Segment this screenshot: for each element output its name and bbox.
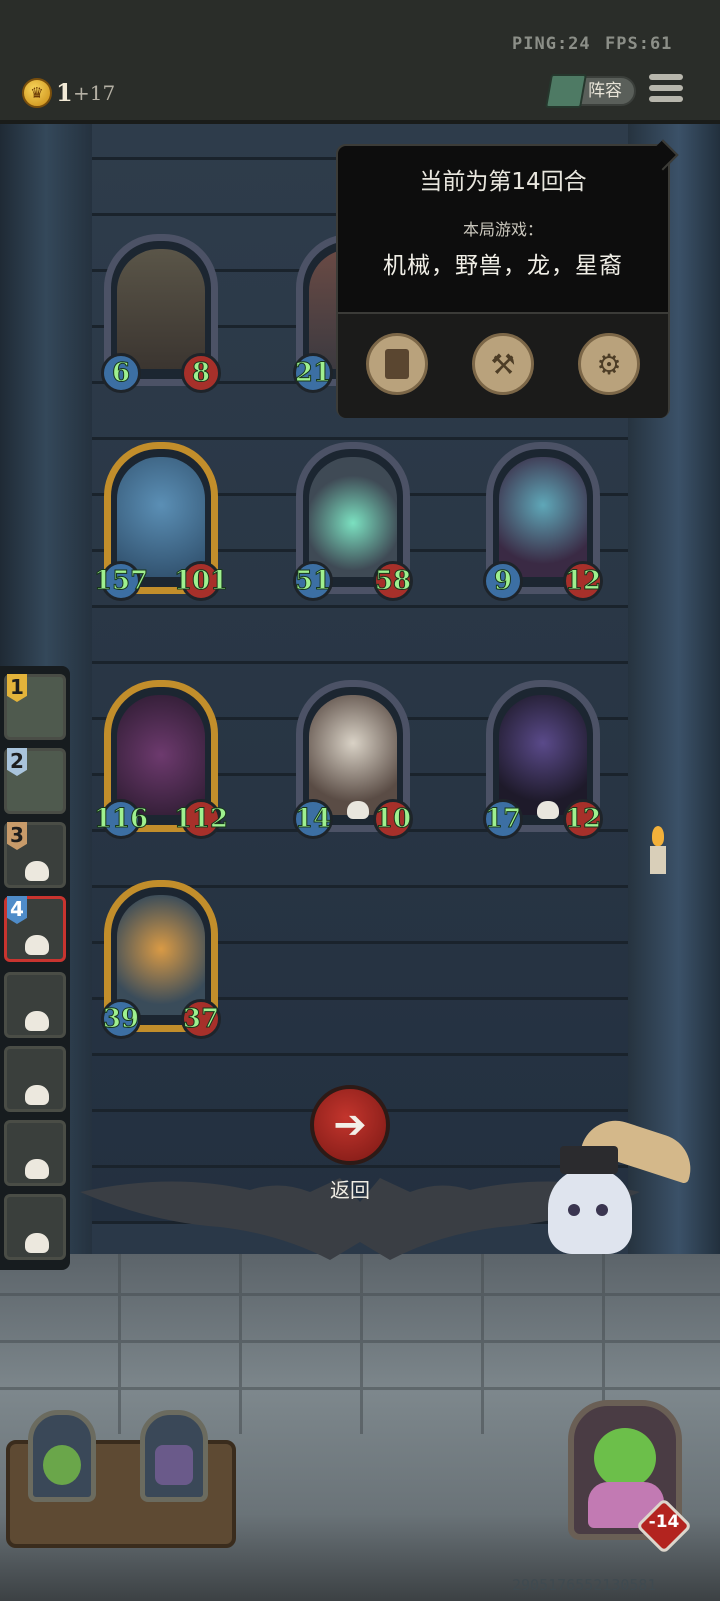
- player-leaderboard: 1 2 3 4: [0, 666, 70, 1270]
- minion-card[interactable]: 17 12: [483, 680, 603, 839]
- minion-art: [499, 695, 587, 815]
- axe-button[interactable]: ⚒: [472, 333, 534, 395]
- skull-icon: [25, 861, 49, 881]
- crown-coin-icon: ♛: [22, 78, 52, 108]
- minion-card[interactable]: 39 37: [101, 880, 221, 1039]
- gear-icon: ⚙: [596, 347, 622, 381]
- skull-icon: [347, 801, 369, 819]
- skull-icon: [25, 935, 49, 955]
- lineup-book-icon: [545, 74, 587, 108]
- gold-increment: +17: [73, 81, 116, 105]
- skull-icon: [25, 1159, 49, 1179]
- minion-art: [117, 695, 205, 815]
- attack-stat: 51: [293, 561, 333, 601]
- book-button[interactable]: [366, 333, 428, 395]
- skull-icon: [25, 1233, 49, 1253]
- minion-art: [117, 457, 205, 577]
- player-slot[interactable]: [4, 1120, 66, 1186]
- minion-art: [309, 695, 397, 815]
- attack-stat: 39: [101, 999, 141, 1039]
- attack-stat: 17: [483, 799, 523, 839]
- minion-art: [117, 895, 205, 1015]
- health-stat: 8: [181, 353, 221, 393]
- game-mode-label: 本局游戏：: [462, 220, 543, 239]
- player-slot[interactable]: 3: [4, 822, 66, 888]
- skull-icon: [25, 1085, 49, 1105]
- player-slot[interactable]: 2: [4, 748, 66, 814]
- minion-card[interactable]: 6 8: [101, 234, 221, 393]
- attack-stat: 21: [293, 353, 333, 393]
- candle-icon: [650, 826, 666, 876]
- player-slot[interactable]: [4, 1046, 66, 1112]
- hero-health-delta: -14: [648, 1512, 680, 1532]
- health-stat: 12: [563, 561, 603, 601]
- book-icon: [385, 349, 409, 379]
- minion-art: [309, 457, 397, 577]
- skull-icon: [25, 1011, 49, 1031]
- skull-icon: [537, 801, 559, 819]
- health-stat: 58: [373, 561, 413, 601]
- minion-card[interactable]: 9 12: [483, 442, 603, 601]
- gold-count: 1: [56, 78, 73, 107]
- player-slot[interactable]: [4, 972, 66, 1038]
- bench-card[interactable]: [28, 1410, 96, 1502]
- attack-stat: 157: [93, 561, 149, 601]
- rank-badge: 3: [7, 822, 27, 850]
- health-stat: 12: [563, 799, 603, 839]
- attack-stat: 14: [293, 799, 333, 839]
- tribe-list: 机械，野兽，龙，星裔: [383, 253, 623, 279]
- attack-stat: 9: [483, 561, 523, 601]
- settings-button[interactable]: ⚙: [578, 333, 640, 395]
- top-bar-divider: [0, 120, 720, 124]
- health-stat: 10: [373, 799, 413, 839]
- game-scene: PING:24 FPS:61 ♛ 1 +17 阵容 6 8 21 157 101…: [0, 0, 720, 1601]
- health-stat: 101: [173, 561, 229, 601]
- rank-badge: 1: [7, 674, 27, 702]
- lineup-label: 阵容: [588, 81, 622, 101]
- minion-card[interactable]: 14 10: [293, 680, 413, 839]
- health-stat: 112: [173, 799, 229, 839]
- minion-art: [499, 457, 587, 577]
- rank-badge: 4: [7, 896, 27, 924]
- back-button[interactable]: ➔: [310, 1085, 390, 1165]
- health-stat: 37: [181, 999, 221, 1039]
- arrow-left-icon: ➔: [333, 1102, 367, 1148]
- ping-readout: PING:24: [512, 34, 591, 54]
- ghost-mascot: [548, 1146, 632, 1254]
- minion-card[interactable]: 116 112: [93, 680, 229, 839]
- match-id: 2905176552130581: [512, 1576, 657, 1594]
- minion-card[interactable]: 157 101: [93, 442, 229, 601]
- minion-art: [117, 249, 205, 369]
- hamburger-menu-icon[interactable]: [649, 74, 683, 106]
- round-title: 当前为第14回合: [419, 169, 587, 195]
- player-slot[interactable]: 1: [4, 674, 66, 740]
- attack-stat: 116: [93, 799, 149, 839]
- minion-card[interactable]: 51 58: [293, 442, 413, 601]
- bench-card[interactable]: [140, 1410, 208, 1502]
- player-slot[interactable]: 4: [4, 896, 66, 962]
- attack-stat: 6: [101, 353, 141, 393]
- fps-readout: FPS:61: [605, 34, 673, 54]
- back-label: 返回: [330, 1178, 370, 1202]
- rank-badge: 2: [7, 748, 27, 776]
- axe-icon: ⚒: [490, 347, 516, 381]
- player-slot[interactable]: [4, 1194, 66, 1260]
